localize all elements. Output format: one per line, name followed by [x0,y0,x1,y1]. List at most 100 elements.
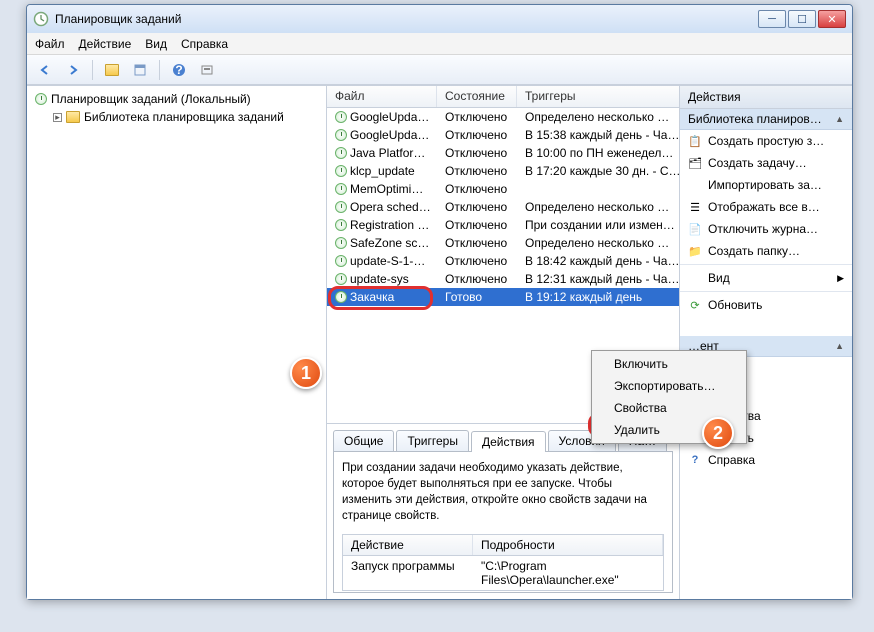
task-icon [335,201,347,213]
tab-content: При создании задачи необходимо указать д… [333,451,673,593]
actions-group-library[interactable]: Библиотека планиров… ▲ [680,109,852,130]
folder-icon [66,111,80,123]
col-triggers[interactable]: Триггеры [517,86,679,107]
ctx-export[interactable]: Экспортировать… [594,375,744,397]
log-icon: 📄 [688,222,702,236]
action-show-all[interactable]: ☰Отображать все в… [680,196,852,218]
ctx-properties[interactable]: Свойства [594,397,744,419]
action-view[interactable]: Вид▶ [680,267,852,289]
maximize-button[interactable]: ☐ [788,10,816,28]
collapse-icon: ▲ [835,114,844,124]
task-icon: 📋 [688,134,702,148]
main-body: Планировщик заданий (Локальный) ▸ Библио… [27,85,852,599]
title-bar: Планировщик заданий ─ ☐ ✕ [27,5,852,33]
menu-view[interactable]: Вид [145,37,167,51]
action-create-task[interactable]: 🗂Создать задачу… [680,152,852,174]
tree-root-label: Планировщик заданий (Локальный) [51,92,251,106]
group-label: Библиотека планиров… [688,112,822,126]
tab-actions[interactable]: Действия [471,431,546,452]
col-action[interactable]: Действие [343,535,473,555]
menu-bar: Файл Действие Вид Справка [27,33,852,55]
task-icon: 🗂 [688,156,702,170]
action-new-folder[interactable]: 📁Создать папку… [680,240,852,262]
task-icon [335,129,347,141]
menu-file[interactable]: Файл [35,37,65,51]
action-import[interactable]: Импортировать за… [680,174,852,196]
actions-pane-header: Действия [680,86,852,109]
actions-description: При создании задачи необходимо указать д… [342,460,664,524]
extra-button[interactable] [195,58,219,82]
task-icon [335,165,347,177]
annotation-badge-1: 1 [290,357,322,389]
actions-pane: Действия Библиотека планиров… ▲ 📋Создать… [680,86,852,599]
annotation-badge-2: 2 [702,417,734,449]
close-button[interactable]: ✕ [818,10,846,28]
toolbar: ? [27,55,852,85]
list-header: Файл Состояние Триггеры [327,86,679,108]
tree-library[interactable]: ▸ Библиотека планировщика заданий [31,108,322,126]
task-row[interactable]: SafeZone sc…ОтключеноОпределено нескольк… [327,234,679,252]
task-row[interactable]: Registration …ОтключеноПри создании или … [327,216,679,234]
task-icon [335,237,347,249]
folder-icon: 📁 [688,244,702,258]
col-state[interactable]: Состояние [437,86,517,107]
detail-pane: Общие Триггеры Действия Условия Па… При … [327,424,679,599]
content-pane: Файл Состояние Триггеры GoogleUpda…Отклю… [327,86,680,599]
help-icon: ? [688,453,702,467]
task-icon [335,255,347,267]
tab-triggers[interactable]: Триггеры [396,430,469,451]
action-type: Запуск программы [343,559,473,587]
chevron-right-icon: ▶ [837,273,844,284]
task-row[interactable]: GoogleUpda…ОтключеноВ 15:38 каждый день … [327,126,679,144]
task-icon [335,183,347,195]
col-file[interactable]: Файл [327,86,437,107]
separator [680,291,852,292]
tree-pane: Планировщик заданий (Локальный) ▸ Библио… [27,86,327,599]
ctx-enable[interactable]: Включить [594,353,744,375]
expander-icon[interactable]: ▸ [53,113,62,122]
task-row[interactable]: MemOptimi…Отключено [327,180,679,198]
task-row[interactable]: klcp_updateОтключеноВ 17:20 каждые 30 дн… [327,162,679,180]
nav-forward-button[interactable] [61,58,85,82]
window: Планировщик заданий ─ ☐ ✕ Файл Действие … [26,4,853,600]
action-help[interactable]: ?Справка [680,449,852,471]
task-row[interactable]: Java Platfor…ОтключеноВ 10:00 по ПН ежен… [327,144,679,162]
help-button[interactable]: ? [167,58,191,82]
up-button[interactable] [100,58,124,82]
task-icon [335,147,347,159]
svg-text:?: ? [175,63,182,77]
nav-back-button[interactable] [33,58,57,82]
task-row[interactable]: ЗакачкаГотовоВ 19:12 каждый день [327,288,679,306]
action-create-basic[interactable]: 📋Создать простую з… [680,130,852,152]
action-row[interactable]: Запуск программы "C:\Program Files\Opera… [343,556,663,590]
window-title: Планировщик заданий [55,12,758,26]
task-row[interactable]: GoogleUpda…ОтключеноОпределено несколько… [327,108,679,126]
scheduler-icon [35,93,47,105]
import-icon [688,178,702,192]
actions-table: Действие Подробности Запуск программы "C… [342,534,664,591]
views-button[interactable] [128,58,152,82]
list-icon: ☰ [688,200,702,214]
tree-library-label: Библиотека планировщика заданий [84,110,284,124]
menu-action[interactable]: Действие [79,37,132,51]
separator [92,60,93,80]
minimize-button[interactable]: ─ [758,10,786,28]
task-row[interactable]: Opera sched…ОтключеноОпределено нескольк… [327,198,679,216]
window-buttons: ─ ☐ ✕ [758,10,846,28]
menu-help[interactable]: Справка [181,37,228,51]
collapse-icon: ▲ [835,341,844,351]
col-details[interactable]: Подробности [473,535,663,555]
refresh-icon: ⟳ [688,298,702,312]
task-icon [335,291,347,303]
separator [159,60,160,80]
task-row[interactable]: update-S-1-…ОтключеноВ 18:42 каждый день… [327,252,679,270]
tree-root[interactable]: Планировщик заданий (Локальный) [31,90,322,108]
action-disable-log[interactable]: 📄Отключить журна… [680,218,852,240]
task-row[interactable]: update-sysОтключеноВ 12:31 каждый день -… [327,270,679,288]
list-body[interactable]: GoogleUpda…ОтключеноОпределено несколько… [327,108,679,328]
tab-general[interactable]: Общие [333,430,394,451]
task-icon [335,219,347,231]
action-refresh[interactable]: ⟳Обновить [680,294,852,316]
action-details: "C:\Program Files\Opera\launcher.exe" [473,559,663,587]
task-icon [335,273,347,285]
